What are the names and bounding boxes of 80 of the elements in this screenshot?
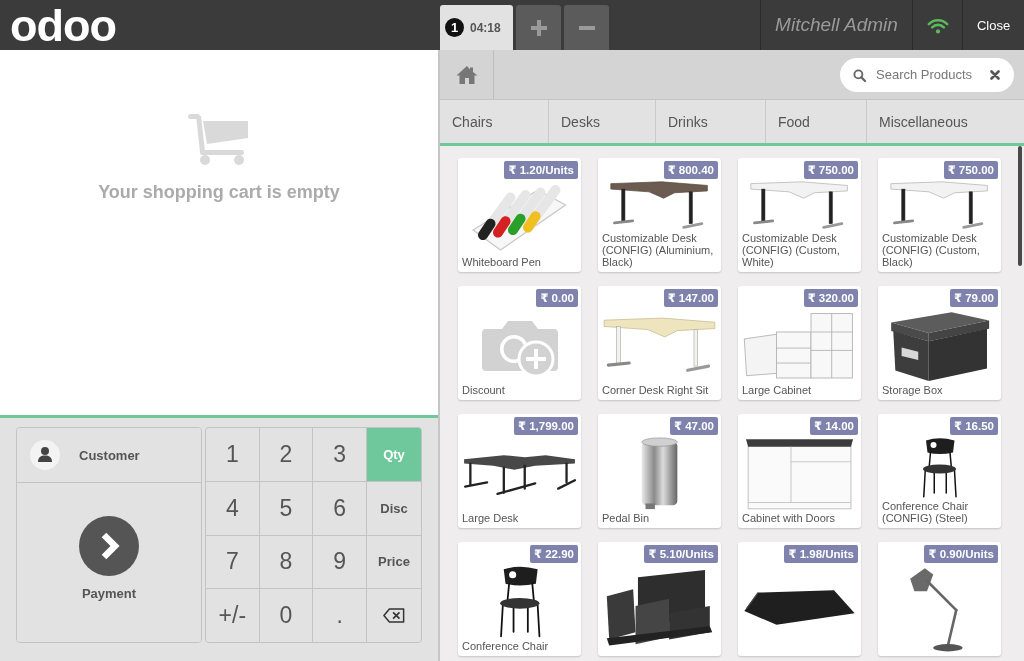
price-tag: ₹ 16.50 — [950, 417, 998, 435]
price-tag: ₹ 750.00 — [803, 161, 858, 179]
price-tag: ₹ 47.00 — [670, 417, 718, 435]
numpad-key[interactable]: 9 — [313, 535, 366, 589]
clear-icon[interactable] — [990, 69, 1000, 80]
product-name: Discount — [461, 384, 506, 397]
cart-icon — [188, 114, 250, 166]
user-name: Mitchell Admin — [775, 14, 898, 36]
price-tag: ₹ 800.40 — [663, 161, 718, 179]
scrollbar-thumb[interactable] — [1018, 146, 1022, 266]
numpad-key[interactable]: 0 — [259, 589, 313, 642]
product-name: Customizable Desk (CONFIG) (Custom, White) — [741, 232, 841, 269]
product-card[interactable]: ₹ 147.00 Corner Desk Right Sit — [598, 286, 721, 400]
product-card[interactable]: ₹ 0.00 Discount — [458, 286, 581, 400]
price-tag: ₹ 750.00 — [943, 161, 998, 179]
product-name: Pedal Bin — [601, 512, 651, 525]
product-name: Conference Chair — [461, 640, 550, 653]
order-tab[interactable]: 1 04:18 — [440, 5, 513, 50]
numpad-key[interactable]: 2 — [259, 428, 313, 481]
order-number: 1 — [445, 18, 464, 37]
price-tag: ₹ 0.90/Units — [924, 545, 998, 563]
logo: odoo — [10, 2, 116, 48]
mode-button[interactable]: Disc — [367, 481, 421, 535]
home-icon — [455, 64, 478, 85]
product-card[interactable]: ₹ 79.00 Storage Box — [878, 286, 1001, 400]
customer-button[interactable]: Customer — [17, 428, 201, 483]
numpad-key[interactable]: 3 — [313, 428, 366, 481]
backspace-button[interactable] — [367, 589, 421, 642]
wifi-icon — [926, 16, 949, 34]
product-card[interactable]: ₹ 14.00 Cabinet with Doors — [738, 414, 861, 528]
product-name: Storage Box — [881, 384, 944, 397]
price-tag: ₹ 320.00 — [803, 289, 858, 307]
price-tag: ₹ 0.00 — [536, 289, 578, 307]
product-card[interactable]: ₹ 750.00 Customizable Desk (CONFIG) (Custom, Black) — [878, 158, 1001, 272]
product-name: Large Cabinet — [741, 384, 813, 397]
product-card[interactable]: ₹ 800.40 Customizable Desk (CONFIG) (Aluminium, Black) — [598, 158, 721, 272]
minus-icon — [578, 25, 595, 30]
add-order-button[interactable] — [516, 5, 561, 50]
numpad-key[interactable]: 8 — [259, 535, 313, 589]
price-tag: ₹ 14.00 — [810, 417, 858, 435]
backspace-icon — [383, 608, 405, 624]
numpad-key[interactable]: 4 — [206, 481, 259, 535]
product-card[interactable]: ₹ 47.00 Pedal Bin — [598, 414, 721, 528]
numpad-key[interactable]: +/- — [206, 589, 259, 642]
product-card[interactable]: ₹ 22.90 Conference Chair — [458, 542, 581, 656]
price-tag: ₹ 147.00 — [663, 289, 718, 307]
person-icon — [30, 440, 60, 470]
product-name: Conference Chair (CONFIG) (Steel) — [881, 500, 970, 525]
numpad-key[interactable]: 6 — [313, 481, 366, 535]
price-tag: ₹ 5.10/Units — [644, 545, 718, 563]
product-name: Customizable Desk (CONFIG) (Aluminium, Black) — [601, 232, 715, 269]
product-card[interactable]: ₹ 750.00 Customizable Desk (CONFIG) (Custom, White) — [738, 158, 861, 272]
product-name: Large Desk — [461, 512, 520, 525]
search-icon — [853, 68, 866, 82]
numpad-key[interactable]: . — [313, 589, 366, 642]
numpad-key[interactable]: 7 — [206, 535, 259, 589]
search-field[interactable]: Search Products — [840, 57, 1014, 92]
price-tag: ₹ 1.20/Units — [504, 161, 578, 179]
product-card[interactable]: ₹ 16.50 Conference Chair (CONFIG) (Steel) — [878, 414, 1001, 528]
chevron-icon — [79, 516, 139, 576]
price-tag: ₹ 79.00 — [950, 289, 998, 307]
mode-button[interactable]: Price — [367, 535, 421, 589]
product-card[interactable]: ₹ 320.00 Large Cabinet — [738, 286, 861, 400]
product-card[interactable]: ₹ 5.10/Units — [598, 542, 721, 656]
product-name: Whiteboard Pen — [461, 256, 542, 269]
price-tag: ₹ 22.90 — [530, 545, 578, 563]
product-name: Corner Desk Right Sit — [601, 384, 710, 397]
remove-order-button[interactable] — [564, 5, 609, 50]
product-name: Customizable Desk (CONFIG) (Custom, Black) — [881, 232, 981, 269]
empty-cart-message: Your shopping cart is empty — [98, 182, 340, 203]
numpad-key[interactable]: 5 — [259, 481, 313, 535]
product-card[interactable]: ₹ 1,799.00 Large Desk — [458, 414, 581, 528]
product-card[interactable]: ₹ 1.98/Units — [738, 542, 861, 656]
price-tag: ₹ 1.98/Units — [784, 545, 858, 563]
product-card[interactable]: ₹ 1.20/Units Whiteboard Pen — [458, 158, 581, 272]
numpad-key[interactable]: 1 — [206, 428, 259, 481]
plus-icon — [530, 19, 547, 36]
price-tag: ₹ 1,799.00 — [514, 417, 578, 435]
product-name: Cabinet with Doors — [741, 512, 836, 525]
product-card[interactable]: ₹ 0.90/Units — [878, 542, 1001, 656]
